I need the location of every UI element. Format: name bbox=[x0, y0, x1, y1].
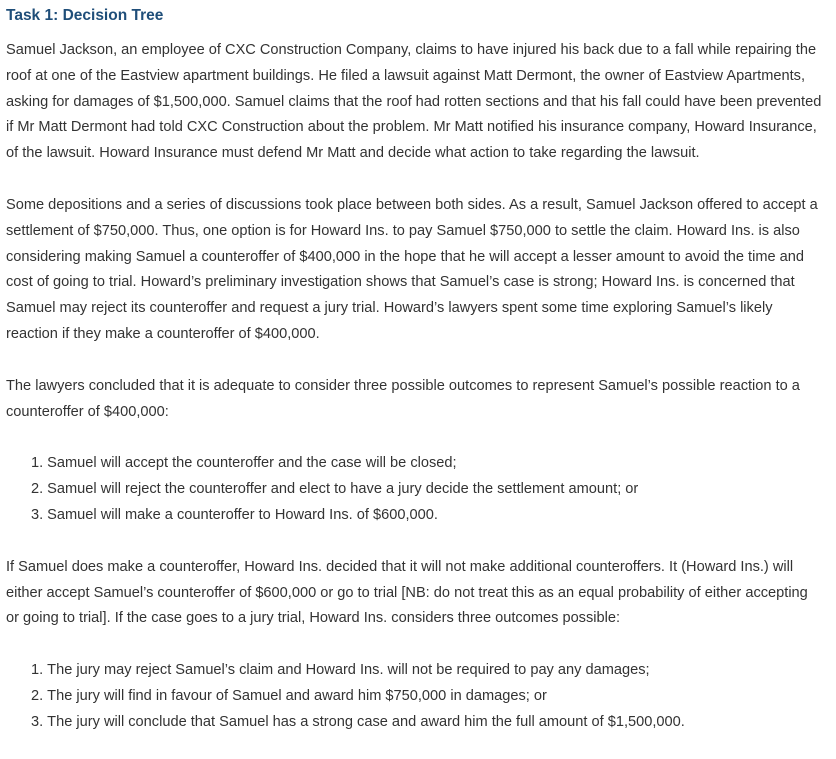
paragraph-settlement-options: Some depositions and a series of discuss… bbox=[6, 196, 818, 342]
trial-outcomes-list: 1. The jury may reject Samuel’s claim and… bbox=[6, 658, 824, 735]
list-item: 2. Samuel will reject the counteroffer an… bbox=[31, 477, 824, 503]
list-item-text: The jury will conclude that Samuel has a… bbox=[47, 713, 685, 730]
list-item: 1. The jury may reject Samuel’s claim and… bbox=[31, 658, 824, 684]
paragraph-lawsuit-background: Samuel Jackson, an employee of CXC Const… bbox=[6, 42, 822, 162]
list-item: 2. The jury will find in favour of Samuel… bbox=[31, 684, 824, 710]
list-item-text: Samuel will make a counteroffer to Howar… bbox=[47, 506, 438, 523]
reaction-outcomes-list: 1. Samuel will accept the counteroffer an… bbox=[6, 451, 824, 528]
list-item-number: 1. bbox=[31, 455, 44, 472]
document: Task 1: Decision Tree Samuel Jackson, an… bbox=[6, 0, 824, 736]
paragraph-counteroffer-policy: If Samuel does make a counteroffer, Howa… bbox=[6, 558, 808, 627]
list-item-number: 2. bbox=[31, 687, 44, 704]
list-item: 1. Samuel will accept the counteroffer an… bbox=[31, 451, 824, 477]
list-item-number: 1. bbox=[31, 662, 44, 679]
list-item: 3. Samuel will make a counteroffer to How… bbox=[31, 503, 824, 529]
list-item-text: The jury may reject Samuel’s claim and H… bbox=[47, 662, 650, 679]
list-item-text: The jury will find in favour of Samuel a… bbox=[47, 687, 547, 704]
list-item-number: 2. bbox=[31, 481, 44, 498]
list-item-text: Samuel will accept the counteroffer and … bbox=[47, 455, 457, 472]
list-item-number: 3. bbox=[31, 506, 44, 523]
list-item-text: Samuel will reject the counteroffer and … bbox=[47, 481, 639, 498]
paragraph-lawyers-conclusion: The lawyers concluded that it is adequat… bbox=[6, 377, 800, 420]
list-item-number: 3. bbox=[31, 713, 44, 730]
page-title: Task 1: Decision Tree bbox=[6, 7, 164, 24]
list-item: 3. The jury will conclude that Samuel has… bbox=[31, 710, 824, 736]
